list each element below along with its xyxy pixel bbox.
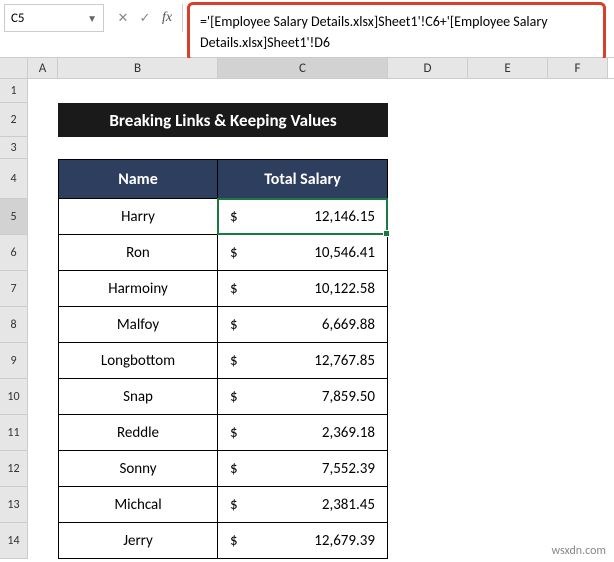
currency-symbol: $ — [230, 280, 238, 298]
cell-name[interactable]: Reddle — [58, 415, 218, 451]
row-header-4[interactable]: 4 — [0, 159, 28, 199]
col-header-A[interactable]: A — [28, 58, 58, 78]
table-row: Sonny $ 7,552.39 — [58, 451, 388, 487]
table-row: Malfoy $ 6,669.88 — [58, 307, 388, 343]
formula-bar: C5 ▼ ✕ ✓ fx ='[Employee Salary Details.x… — [0, 0, 614, 58]
table-row: Harry $ 12,146.15 — [58, 199, 388, 235]
currency-symbol: $ — [230, 424, 238, 442]
salary-value: 2,369.18 — [238, 424, 375, 442]
currency-symbol: $ — [230, 352, 238, 370]
header-salary[interactable]: Total Salary — [218, 159, 388, 199]
row-headers: 1 2 3 4 5 6 7 8 9 10 11 12 13 14 — [0, 79, 28, 559]
chevron-down-icon[interactable]: ▼ — [87, 12, 97, 25]
cell-name[interactable]: Jerry — [58, 523, 218, 559]
cell-name[interactable]: Ron — [58, 235, 218, 271]
cell-salary[interactable]: $ 12,679.39 — [218, 523, 388, 559]
sheet-area[interactable]: Breaking Links & Keeping Values Name Tot… — [28, 79, 614, 559]
enter-icon[interactable]: ✓ — [134, 7, 156, 29]
table-row: Longbottom $ 12,767.85 — [58, 343, 388, 379]
row-header-14[interactable]: 14 — [0, 523, 28, 559]
cell-name[interactable]: Malfoy — [58, 307, 218, 343]
cell-name[interactable]: Harry — [58, 199, 218, 235]
cell-name[interactable]: Sonny — [58, 451, 218, 487]
salary-value: 12,146.15 — [238, 208, 375, 226]
currency-symbol: $ — [230, 460, 238, 478]
header-name[interactable]: Name — [58, 159, 218, 199]
row-header-8[interactable]: 8 — [0, 307, 28, 343]
column-headers: A B C D E F — [0, 58, 614, 79]
currency-symbol: $ — [230, 208, 238, 226]
table-row: Michcal $ 2,381.45 — [58, 487, 388, 523]
cell-salary[interactable]: $ 10,546.41 — [218, 235, 388, 271]
salary-value: 7,859.50 — [238, 388, 375, 406]
row-header-12[interactable]: 12 — [0, 451, 28, 487]
salary-value: 10,546.41 — [238, 244, 375, 262]
cell-salary[interactable]: $ 6,669.88 — [218, 307, 388, 343]
table-row: Ron $ 10,546.41 — [58, 235, 388, 271]
cell-salary[interactable]: $ 2,381.45 — [218, 487, 388, 523]
currency-symbol: $ — [230, 316, 238, 334]
row-header-7[interactable]: 7 — [0, 271, 28, 307]
row-header-11[interactable]: 11 — [0, 415, 28, 451]
spreadsheet-grid: A B C D E F 1 2 3 4 5 6 7 8 9 10 11 12 1… — [0, 58, 614, 559]
table-row: Harmoiny $ 10,122.58 — [58, 271, 388, 307]
row-header-5[interactable]: 5 — [0, 199, 28, 235]
fx-icon[interactable]: fx — [156, 7, 178, 29]
cell-name[interactable]: Longbottom — [58, 343, 218, 379]
name-box[interactable]: C5 ▼ — [4, 4, 104, 32]
row-header-6[interactable]: 6 — [0, 235, 28, 271]
table-header-row: Name Total Salary — [58, 159, 388, 199]
row-header-13[interactable]: 13 — [0, 487, 28, 523]
salary-value: 12,767.85 — [238, 352, 375, 370]
cell-salary[interactable]: $ 12,146.15 — [218, 199, 388, 235]
grid-body: 1 2 3 4 5 6 7 8 9 10 11 12 13 14 Breakin… — [0, 79, 614, 559]
salary-value: 6,669.88 — [238, 316, 375, 334]
cell-salary[interactable]: $ 7,859.50 — [218, 379, 388, 415]
cell-name[interactable]: Harmoiny — [58, 271, 218, 307]
cancel-icon[interactable]: ✕ — [112, 7, 134, 29]
currency-symbol: $ — [230, 244, 238, 262]
col-header-C[interactable]: C — [218, 58, 388, 78]
row-header-3[interactable]: 3 — [0, 137, 28, 159]
cell-salary[interactable]: $ 2,369.18 — [218, 415, 388, 451]
currency-symbol: $ — [230, 388, 238, 406]
col-header-B[interactable]: B — [58, 58, 218, 78]
salary-value: 10,122.58 — [238, 280, 375, 298]
table-row: Jerry $ 12,679.39 — [58, 523, 388, 559]
cell-name[interactable]: Snap — [58, 379, 218, 415]
cell-salary[interactable]: $ 7,552.39 — [218, 451, 388, 487]
formula-bar-buttons: ✕ ✓ fx — [108, 4, 183, 32]
table-row: Snap $ 7,859.50 — [58, 379, 388, 415]
row-header-1[interactable]: 1 — [0, 79, 28, 103]
cell-salary[interactable]: $ 12,767.85 — [218, 343, 388, 379]
col-header-D[interactable]: D — [388, 58, 468, 78]
col-header-F[interactable]: F — [548, 58, 608, 78]
name-box-value: C5 — [11, 11, 87, 26]
currency-symbol: $ — [230, 532, 238, 550]
cell-salary[interactable]: $ 10,122.58 — [218, 271, 388, 307]
row-header-9[interactable]: 9 — [0, 343, 28, 379]
page-title: Breaking Links & Keeping Values — [58, 103, 388, 137]
row-header-10[interactable]: 10 — [0, 379, 28, 415]
row-header-2[interactable]: 2 — [0, 103, 28, 137]
cell-name[interactable]: Michcal — [58, 487, 218, 523]
watermark: wsxdn.com — [551, 544, 606, 558]
salary-value: 7,552.39 — [238, 460, 375, 478]
col-header-E[interactable]: E — [468, 58, 548, 78]
table-row: Reddle $ 2,369.18 — [58, 415, 388, 451]
formula-input[interactable]: ='[Employee Salary Details.xlsx]Sheet1'!… — [187, 2, 606, 62]
salary-value: 12,679.39 — [238, 532, 375, 550]
currency-symbol: $ — [230, 496, 238, 514]
select-all-cell[interactable] — [0, 58, 28, 78]
salary-value: 2,381.45 — [238, 496, 375, 514]
